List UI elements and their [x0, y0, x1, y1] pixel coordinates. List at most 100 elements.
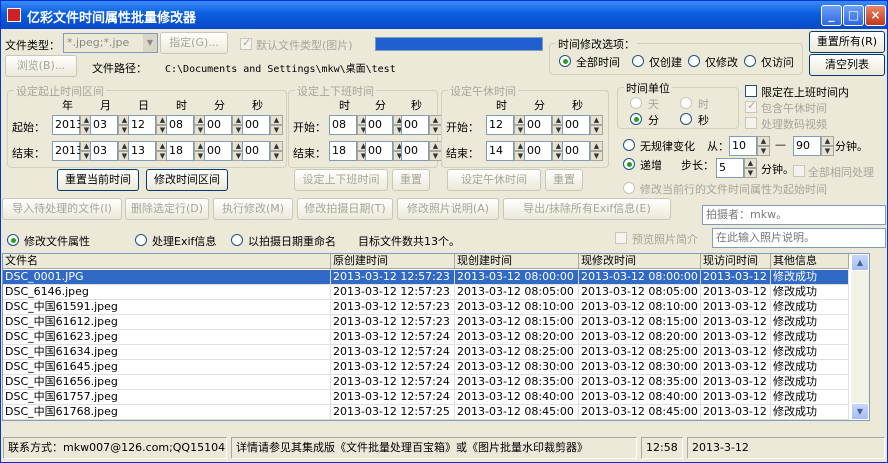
range-start-field[interactable]: 2013 ▲ ▼: [52, 115, 93, 135]
radio-all-time[interactable]: [559, 55, 571, 67]
file-type-select[interactable]: *.jpeg;*.jpe ▼: [63, 33, 158, 53]
work-start-field[interactable]: 00 ▲ ▼: [401, 115, 442, 135]
column-header[interactable]: 原创建时间: [331, 254, 455, 269]
reset-work-hours-button[interactable]: 重置: [392, 169, 430, 191]
spin-down-icon[interactable]: ▼: [757, 146, 770, 156]
noon-start-field[interactable]: 00 ▲ ▼: [562, 115, 603, 135]
column-header[interactable]: 文件名: [3, 254, 331, 269]
table-row[interactable]: DSC_中国61623.jpeg 2013-03-12 12:57:24 2013-…: [3, 330, 849, 345]
column-header[interactable]: 现修改时间: [579, 254, 701, 269]
work-start-field[interactable]: 08 ▲ ▼: [329, 115, 370, 135]
noon-end-field[interactable]: 00 ▲ ▼: [524, 141, 565, 161]
set-noon-break-button[interactable]: 设定午休时间: [447, 169, 541, 191]
spin-up-icon[interactable]: ▲: [590, 115, 603, 125]
range-start-field[interactable]: 00 ▲ ▼: [204, 115, 245, 135]
table-row[interactable]: DSC_中国61645.jpeg 2013-03-12 12:57:24 2013-…: [3, 360, 849, 375]
action-button-2[interactable]: 执行修改(M): [213, 198, 293, 220]
table-row[interactable]: DSC_6146.jpeg 2013-03-12 12:57:23 2013-03-…: [3, 285, 849, 300]
close-button[interactable]: ×: [865, 5, 886, 26]
range-start-field[interactable]: 00 ▲ ▼: [242, 115, 283, 135]
modify-range-button[interactable]: 修改时间区间: [146, 169, 228, 191]
radio-unit-day[interactable]: [630, 97, 642, 109]
range-end-field[interactable]: 13 ▲ ▼: [128, 141, 169, 161]
default-type-checkbox[interactable]: [240, 36, 252, 50]
browse-button[interactable]: 浏览(B)...: [5, 55, 77, 77]
clear-list-button[interactable]: 清空列表: [809, 54, 885, 76]
set-work-hours-button[interactable]: 设定上下班时间: [294, 169, 388, 191]
action-button-3[interactable]: 修改拍摄日期(T): [297, 198, 393, 220]
spin-up-icon[interactable]: ▲: [270, 141, 283, 151]
spin-down-icon[interactable]: ▼: [744, 168, 757, 178]
table-row[interactable]: DSC_中国61612.jpeg 2013-03-12 12:57:23 2013-…: [3, 315, 849, 330]
radio-rename-date[interactable]: [231, 234, 243, 246]
range-end-field[interactable]: 2013 ▲ ▼: [52, 141, 93, 161]
same-process-checkbox[interactable]: [793, 165, 805, 177]
spin-down-icon[interactable]: ▼: [270, 125, 283, 135]
preview-desc-checkbox[interactable]: [615, 232, 627, 244]
table-row[interactable]: DSC_中国61634.jpeg 2013-03-12 12:57:24 2013-…: [3, 345, 849, 360]
column-header[interactable]: 现访问时间: [701, 254, 771, 269]
range-end-field[interactable]: 03 ▲ ▼: [90, 141, 131, 161]
spin-down-icon[interactable]: ▼: [270, 151, 283, 161]
work-end-field[interactable]: 18 ▲ ▼: [329, 141, 370, 161]
specify-button[interactable]: 指定(G)...: [160, 32, 228, 54]
work-start-field[interactable]: 00 ▲ ▼: [365, 115, 406, 135]
table-row[interactable]: DSC_中国61591.jpeg 2013-03-12 12:57:23 2013-…: [3, 300, 849, 315]
spin-up-icon[interactable]: ▲: [757, 136, 770, 146]
range-end-field[interactable]: 00 ▲ ▼: [242, 141, 283, 161]
action-button-1[interactable]: 删除选定行(D): [125, 198, 209, 220]
radio-modify-attr[interactable]: [7, 234, 19, 246]
spin-up-icon[interactable]: ▲: [744, 158, 757, 168]
digital-video-checkbox[interactable]: [745, 117, 757, 129]
range-start-field[interactable]: 08 ▲ ▼: [166, 115, 207, 135]
photo-desc-input[interactable]: 在此输入照片说明。: [712, 228, 886, 248]
action-button-0[interactable]: 导入待处理的文件(I): [2, 198, 122, 220]
radio-unit-hour[interactable]: [680, 97, 692, 109]
minimize-button[interactable]: _: [821, 5, 842, 26]
include-noon-checkbox[interactable]: [745, 99, 757, 113]
scroll-up-icon[interactable]: ▲: [851, 254, 869, 271]
to-spinner[interactable]: 90 ▲ ▼: [793, 136, 834, 156]
reset-all-button[interactable]: 重置所有(R): [809, 31, 885, 53]
action-button-4[interactable]: 修改照片说明(A): [397, 198, 499, 220]
work-end-field[interactable]: 00 ▲ ▼: [401, 141, 442, 161]
spin-up-icon[interactable]: ▲: [270, 115, 283, 125]
radio-step[interactable]: [623, 158, 635, 170]
vertical-scrollbar[interactable]: ▲ ▼: [851, 254, 869, 420]
radio-unit-second[interactable]: [680, 113, 692, 125]
range-end-field[interactable]: 18 ▲ ▼: [166, 141, 207, 161]
spin-down-icon[interactable]: ▼: [590, 151, 603, 161]
maximize-button[interactable]: □: [843, 5, 864, 26]
range-end-field[interactable]: 00 ▲ ▼: [204, 141, 245, 161]
spin-up-icon[interactable]: ▲: [821, 136, 834, 146]
table-row[interactable]: DSC_中国61656.jpeg 2013-03-12 12:57:24 2013-…: [3, 375, 849, 390]
action-button-5[interactable]: 导出/抹除所有Exif信息(E): [503, 198, 671, 220]
radio-access-only[interactable]: [744, 55, 756, 67]
file-list-table[interactable]: 文件名 原创建时间 现创建时间 现修改时间 现访问时间 其他信息 DSC_0001.JPG…: [2, 253, 870, 421]
reset-noon-break-button[interactable]: 重置: [545, 169, 583, 191]
column-header[interactable]: 其他信息: [771, 254, 849, 269]
scroll-down-icon[interactable]: ▼: [851, 403, 869, 420]
radio-unit-minute[interactable]: [630, 113, 642, 125]
table-row[interactable]: DSC_中国61757.jpeg 2013-03-12 12:57:24 2013-…: [3, 390, 849, 405]
limit-work-hours-checkbox[interactable]: [745, 85, 757, 97]
spin-down-icon[interactable]: ▼: [821, 146, 834, 156]
step-spinner[interactable]: 5 ▲ ▼: [716, 158, 757, 178]
radio-random[interactable]: [623, 139, 635, 151]
range-start-field[interactable]: 03 ▲ ▼: [90, 115, 131, 135]
photographer-input[interactable]: 拍摄者：mkw。: [702, 205, 886, 225]
work-end-field[interactable]: 00 ▲ ▼: [365, 141, 406, 161]
column-header[interactable]: 现创建时间: [455, 254, 579, 269]
radio-prev-row[interactable]: [623, 182, 635, 194]
noon-end-field[interactable]: 14 ▲ ▼: [486, 141, 527, 161]
title-bar[interactable]: 亿彩文件时间属性批量修改器 _ □ ×: [1, 1, 887, 29]
radio-modify-only[interactable]: [688, 55, 700, 67]
from-spinner[interactable]: 10 ▲ ▼: [729, 136, 770, 156]
noon-end-field[interactable]: 00 ▲ ▼: [562, 141, 603, 161]
table-row[interactable]: DSC_中国61768.jpeg 2013-03-12 12:57:25 2013-…: [3, 405, 849, 420]
radio-exif[interactable]: [135, 234, 147, 246]
noon-start-field[interactable]: 00 ▲ ▼: [524, 115, 565, 135]
table-row[interactable]: DSC_0001.JPG 2013-03-12 12:57:23 2013-03-1…: [3, 270, 849, 285]
reset-current-time-button[interactable]: 重置当前时间: [57, 169, 139, 191]
radio-create-only[interactable]: [632, 55, 644, 67]
